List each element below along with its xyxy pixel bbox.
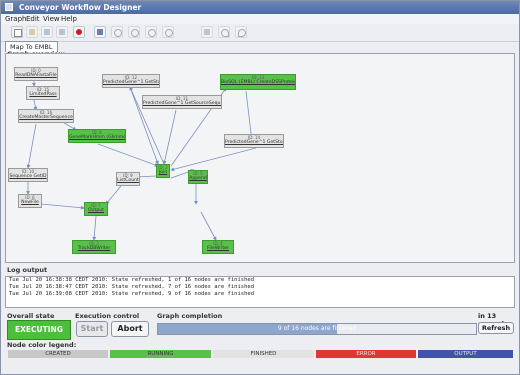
stop-icon[interactable]: [73, 26, 85, 38]
menu-bar: Graph Edit View Help: [1, 14, 519, 24]
legend-output: OUTPUT: [418, 350, 513, 358]
legend-title: Node color legend:: [7, 341, 77, 349]
graph-node[interactable]: ID: 4 FileWriter: [202, 240, 234, 254]
graph-node[interactable]: ID: 15 LimitedPass: [26, 86, 60, 100]
graph-node[interactable]: ID: 6 NewFile: [18, 194, 42, 208]
menu-graph[interactable]: Graph: [5, 15, 26, 23]
overall-state-badge: EXECUTING: [7, 320, 71, 340]
graph-canvas[interactable]: ID: 0 ReadDNAFastaFile ID: 15 LimitedPass …: [5, 53, 515, 263]
title-bar: Conveyor Workflow Designer: [1, 1, 519, 14]
menu-edit[interactable]: Edit: [26, 15, 40, 23]
graph-node[interactable]: ID: 0 ReadDNAFastaFile: [14, 67, 58, 81]
log-output-title: Log output: [7, 266, 48, 274]
graph-node[interactable]: ID: 9 ListCount: [116, 172, 140, 186]
redo-icon[interactable]: [235, 26, 247, 38]
legend-error: ERROR: [316, 350, 416, 358]
legend-finished: FINISHED: [213, 350, 314, 358]
new-file-icon[interactable]: [11, 26, 23, 38]
graph-node[interactable]: ID: 8 GeneMarkHmm (Glimmer): [68, 129, 126, 143]
tab-bar: Map To EMBL: [1, 41, 519, 52]
graph-node[interactable]: ID: 11PredictedGene^1 GetSourceSequence: [142, 95, 222, 109]
legend-running: RUNNING: [110, 350, 211, 358]
graph-node[interactable]: ID: 16 CreateMasterSequence: [18, 109, 74, 123]
refresh-button[interactable]: Refresh: [478, 322, 514, 334]
log-line: Tue Jul 20 16:38:47 CEDT 2010: State ref…: [9, 284, 255, 290]
zoom-out-icon[interactable]: [145, 26, 157, 38]
graph-node[interactable]: ID: 3 TrackDBWriter: [72, 240, 116, 254]
log-line: Tue Jul 20 16:38:38 CEDT 2010: State ref…: [9, 277, 255, 283]
abort-button[interactable]: Abort: [111, 321, 149, 337]
graph-node[interactable]: ID: 7 Output: [84, 202, 108, 216]
execution-control-title: Execution control: [75, 312, 140, 320]
overall-state-title: Overall state: [7, 312, 55, 320]
start-button[interactable]: Start: [76, 321, 108, 337]
toolbar: [1, 24, 519, 42]
save-icon[interactable]: [41, 26, 53, 38]
zoom-icon[interactable]: [111, 26, 123, 38]
graph-node[interactable]: ID: 10 Sequence GetID: [8, 168, 48, 182]
legend-created: CREATED: [8, 350, 108, 358]
log-line: Tue Jul 20 16:39:08 CEDT 2010: State ref…: [9, 291, 255, 297]
graph-node[interactable]: ID: 14 PredictedGene^1 GetStop: [224, 134, 284, 148]
log-output[interactable]: Tue Jul 20 16:38:38 CEDT 2010: State ref…: [5, 276, 515, 308]
app-window: Conveyor Workflow Designer Graph Edit Vi…: [0, 0, 520, 375]
fit-icon[interactable]: [162, 26, 174, 38]
graph-completion-title: Graph completion: [157, 312, 223, 320]
delete-icon[interactable]: [201, 26, 213, 38]
graph-node[interactable]: ID: 5 Append: [188, 170, 208, 184]
graph-node[interactable]: ID: 2 Join: [156, 164, 170, 178]
save-all-icon[interactable]: [56, 26, 68, 38]
undo-icon[interactable]: [218, 26, 230, 38]
open-folder-icon[interactable]: [26, 26, 38, 38]
zoom-in-icon[interactable]: [128, 26, 140, 38]
menu-help[interactable]: Help: [61, 15, 77, 23]
progress-text: 9 of 16 nodes are finished: [277, 325, 357, 332]
app-icon: [5, 3, 13, 11]
window-title: Conveyor Workflow Designer: [19, 3, 142, 12]
graph-node[interactable]: ID: 12 PredictedGene^1 GetStart: [102, 74, 160, 88]
completion-progress-bar: 9 of 16 nodes are finished: [157, 323, 477, 335]
menu-view[interactable]: View: [43, 15, 60, 23]
graph-node[interactable]: ID: 13 BioSQL (EMBL) CreateDSSProteins: [220, 74, 296, 90]
edit-icon[interactable]: [94, 26, 106, 38]
